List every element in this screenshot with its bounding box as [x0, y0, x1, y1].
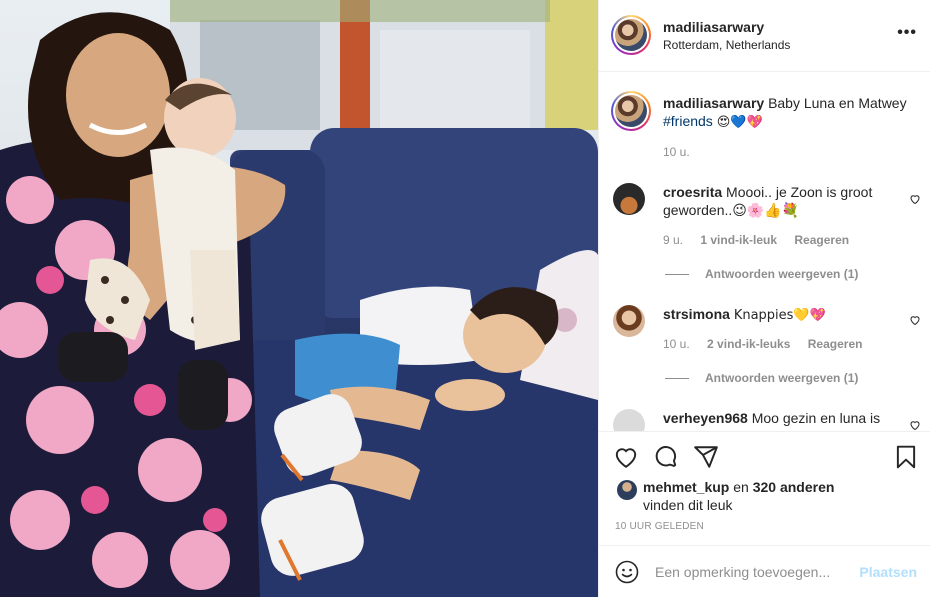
- photo-illustration: [0, 0, 598, 597]
- author-avatar[interactable]: [611, 15, 651, 55]
- comment-time[interactable]: 9 u.: [663, 233, 683, 247]
- view-replies-button[interactable]: Antwoorden weergeven (1): [665, 371, 858, 385]
- comment-input[interactable]: [655, 560, 855, 584]
- comments-list[interactable]: madiliasarwary Baby Luna en Matwey #frie…: [599, 73, 930, 431]
- paper-plane-icon[interactable]: [693, 444, 719, 470]
- view-replies-button[interactable]: Antwoorden weergeven (1): [665, 267, 858, 281]
- post-header: madiliasarwary Rotterdam, Netherlands ••…: [599, 0, 930, 72]
- likes-connector: en: [733, 479, 749, 495]
- comment-like-heart-icon[interactable]: [909, 419, 921, 431]
- comment-avatar[interactable]: [613, 183, 645, 215]
- comment-icon[interactable]: [653, 444, 679, 470]
- more-options-icon[interactable]: •••: [897, 25, 917, 41]
- reply-button[interactable]: Reageren: [794, 233, 849, 247]
- comment-username[interactable]: croesrita: [663, 184, 722, 200]
- caption-username[interactable]: madiliasarwary: [663, 95, 764, 111]
- likes-others-link[interactable]: 320 anderen: [753, 479, 835, 495]
- caption-text: Baby Luna en Matwey: [768, 95, 907, 111]
- author-username[interactable]: madiliasarwary: [663, 19, 764, 35]
- liker-username[interactable]: mehmet_kup: [643, 479, 729, 495]
- comment-likes[interactable]: 2 vind-ik-leuks: [707, 337, 790, 351]
- caption-emojis: 😍💙💖: [716, 115, 763, 130]
- post-timestamp[interactable]: 10 UUR GELEDEN: [615, 521, 704, 532]
- caption-avatar[interactable]: [611, 91, 651, 131]
- caption-time[interactable]: 10 u.: [663, 145, 690, 159]
- comment-item: verheyen968 Moo gezin en luna is: [663, 409, 893, 427]
- comment-meta: 10 u. 2 vind-ik-leuks Reageren: [663, 337, 862, 351]
- comment-time[interactable]: 10 u.: [663, 337, 690, 351]
- caption-hashtag[interactable]: #friends: [663, 113, 713, 129]
- post-location[interactable]: Rotterdam, Netherlands: [663, 38, 790, 52]
- comment-item: croesrita Moooi.. je Zoon is groot gewor…: [663, 183, 893, 219]
- action-bar: mehmet_kup en 320 anderen vinden dit leu…: [599, 431, 930, 545]
- likes-suffix: vinden dit leuk: [643, 497, 733, 513]
- heart-icon[interactable]: [613, 444, 639, 470]
- comment-username[interactable]: strsimona: [663, 306, 730, 322]
- smiley-icon[interactable]: [615, 560, 639, 584]
- post-side-panel: madiliasarwary Rotterdam, Netherlands ••…: [598, 0, 930, 597]
- post-photo[interactable]: [0, 0, 598, 597]
- comment-item: strsimona Knappies💛💖: [663, 305, 893, 325]
- reply-button[interactable]: Reageren: [808, 337, 863, 351]
- comment-avatar[interactable]: [613, 305, 645, 337]
- bookmark-icon[interactable]: [893, 444, 919, 470]
- comment-text: Knappies💛💖: [733, 308, 826, 323]
- comment-likes[interactable]: 1 vind-ik-leuk: [700, 233, 777, 247]
- instagram-post: madiliasarwary Rotterdam, Netherlands ••…: [0, 0, 930, 597]
- comment-username[interactable]: verheyen968: [663, 410, 748, 426]
- comment-like-heart-icon[interactable]: [909, 193, 921, 205]
- liker-avatar[interactable]: [617, 480, 637, 500]
- comment-avatar[interactable]: [613, 409, 645, 431]
- comment-meta: 9 u. 1 vind-ik-leuk Reageren: [663, 233, 849, 247]
- comment-like-heart-icon[interactable]: [909, 314, 921, 326]
- comment-text: Moo gezin en luna is: [751, 410, 881, 426]
- post-comment-button[interactable]: Plaatsen: [859, 564, 917, 580]
- add-comment-bar: Plaatsen: [599, 545, 930, 597]
- likes-summary: mehmet_kup en 320 anderen vinden dit leu…: [643, 478, 913, 514]
- caption: madiliasarwary Baby Luna en Matwey #frie…: [663, 94, 919, 132]
